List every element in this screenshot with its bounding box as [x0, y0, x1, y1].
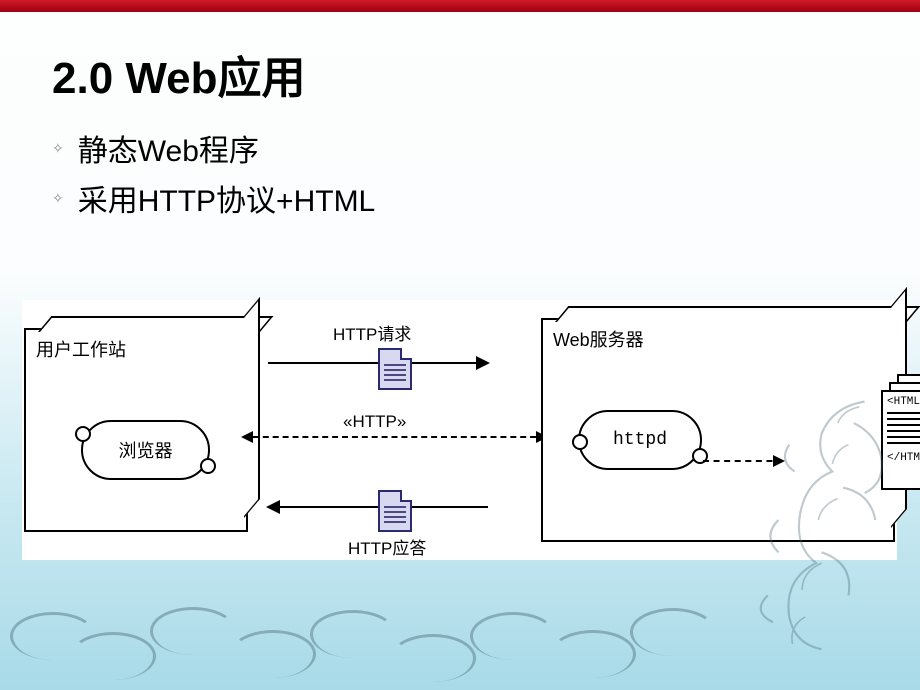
- bullet-item: ✧ 采用HTTP协议+HTML: [52, 176, 920, 220]
- slide-title: 2.0 Web应用: [52, 42, 920, 106]
- httpd-label: httpd: [613, 430, 667, 450]
- bullet-item: ✧ 静态Web程序: [52, 126, 920, 170]
- bullet-list: ✧ 静态Web程序 ✧ 采用HTTP协议+HTML: [52, 126, 920, 220]
- document-icon: [378, 348, 412, 390]
- bullet-diamond-icon: ✧: [52, 190, 64, 207]
- client-node-label: 用户工作站: [36, 336, 126, 362]
- http-response-label: HTTP应答: [348, 534, 426, 559]
- httpd-component: httpd: [578, 410, 702, 470]
- browser-label: 浏览器: [119, 437, 173, 463]
- document-icon: [378, 490, 412, 532]
- server-node-label: Web服务器: [553, 326, 644, 352]
- top-accent-bar: [0, 0, 920, 12]
- port-icon: [75, 426, 91, 442]
- browser-component: 浏览器: [81, 420, 210, 480]
- dragon-decoration-icon: [690, 380, 910, 660]
- port-icon: [572, 434, 588, 450]
- protocol-label: «HTTP»: [343, 412, 406, 432]
- bullet-text: 静态Web程序: [78, 126, 259, 170]
- bullet-diamond-icon: ✧: [52, 140, 64, 157]
- port-icon: [200, 458, 216, 474]
- http-link-icon: [243, 436, 546, 438]
- bullet-text: 采用HTTP协议+HTML: [78, 176, 376, 220]
- http-request-label: HTTP请求: [333, 320, 411, 345]
- connection-area: HTTP请求 «HTTP» HTTP应答: [248, 320, 541, 540]
- client-node: 用户工作站 浏览器: [24, 328, 248, 532]
